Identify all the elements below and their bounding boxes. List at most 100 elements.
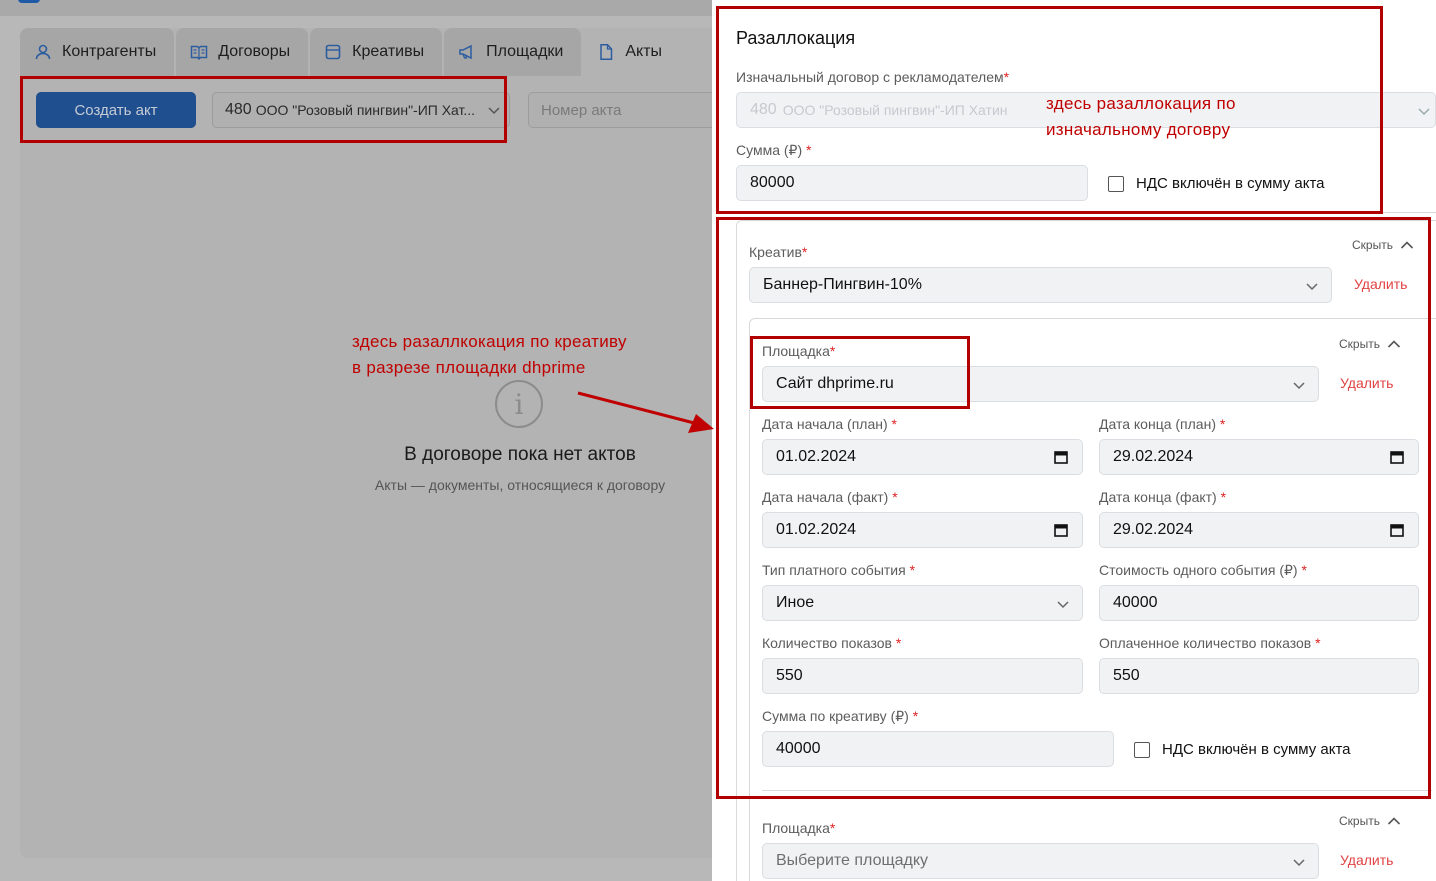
platform-select[interactable]: Сайт dhprime.ru: [762, 366, 1319, 402]
divider: [736, 212, 1436, 213]
checkbox-box[interactable]: [1134, 741, 1150, 758]
creative-sum-input[interactable]: 40000: [762, 731, 1114, 767]
platform-delete-link[interactable]: Удалить: [1340, 375, 1393, 391]
paid-impressions-input[interactable]: 550: [1099, 658, 1419, 694]
chevron-up-icon: [1400, 241, 1414, 249]
platform2-select[interactable]: Выберите площадку: [762, 843, 1319, 879]
megaphone-icon: [459, 44, 472, 60]
checkbox-box[interactable]: [1108, 175, 1124, 192]
platform-value: Сайт dhprime.ru: [776, 375, 894, 392]
tab-label: Договоры: [218, 43, 291, 60]
impressions-input[interactable]: 550: [762, 658, 1083, 694]
hide-label: Скрыть: [1339, 337, 1380, 351]
date-value: 01.02.2024: [776, 448, 857, 465]
platform2-delete-link[interactable]: Удалить: [1340, 852, 1393, 868]
info-icon: i: [495, 380, 543, 428]
platform2-hide-toggle[interactable]: Скрыть: [1339, 814, 1401, 828]
tab-platforms[interactable]: Площадки: [444, 28, 582, 76]
annotation-line: в разрезе площадки dhprime: [352, 358, 586, 377]
tab-label: Акты: [625, 43, 663, 60]
start-fact-label: Дата начала (факт) *: [762, 489, 898, 505]
user-icon: [35, 44, 51, 60]
start-plan-label: Дата начала (план) *: [762, 416, 897, 432]
platform2-placeholder: Выберите площадку: [776, 852, 929, 869]
chevron-down-icon: [1293, 382, 1305, 390]
chevron-down-icon: [1418, 108, 1430, 116]
chevron-down-icon: [488, 107, 500, 115]
creative-icon: [325, 44, 341, 60]
platform2-label: Площадка*: [762, 820, 836, 836]
annotation-contract-note: здесь разаллокация по изначальному догов…: [1046, 91, 1236, 143]
chevron-up-icon: [1387, 340, 1401, 348]
original-contract-label: Изначальный договор с рекламодателем*: [736, 69, 1010, 85]
book-icon: [190, 45, 208, 61]
sum-input[interactable]: 80000: [736, 165, 1088, 201]
calendar-icon[interactable]: [1054, 523, 1068, 537]
end-fact-label: Дата конца (факт) *: [1099, 489, 1227, 505]
divider: [762, 790, 1432, 791]
event-type-select[interactable]: Иное: [762, 585, 1083, 621]
creative-label: Креатив*: [749, 244, 808, 260]
chevron-down-icon: [1306, 283, 1318, 291]
act-number-input[interactable]: Номер акта: [528, 92, 712, 128]
contract-select[interactable]: 480 ООО "Розовый пингвин"-ИП Хат...: [212, 92, 510, 128]
start-fact-date-input[interactable]: 01.02.2024: [762, 512, 1083, 548]
vat-label: НДС включён в сумму акта: [1136, 175, 1325, 192]
sum-label: Сумма (₽) *: [736, 142, 812, 158]
platform-label: Площадка*: [762, 343, 836, 359]
create-act-button[interactable]: Создать акт: [36, 92, 196, 128]
tab-contracts[interactable]: Договоры: [176, 28, 309, 76]
calendar-icon[interactable]: [1390, 450, 1404, 464]
contract-name: ООО "Розовый пингвин"-ИП Хатин: [782, 102, 1008, 118]
tab-creatives[interactable]: Креативы: [310, 28, 443, 76]
creative-sum-label: Сумма по креативу (₽) *: [762, 708, 919, 724]
event-type-value: Иное: [776, 594, 815, 611]
date-value: 29.02.2024: [1113, 448, 1194, 465]
app-logo[interactable]: [18, 0, 40, 3]
annotation-line: здесь разаллокация по: [1046, 94, 1236, 113]
tabs-bar: Контрагенты Договоры Креативы Площадки А…: [20, 28, 682, 76]
end-fact-date-input[interactable]: 29.02.2024: [1099, 512, 1419, 548]
calendar-icon[interactable]: [1390, 523, 1404, 537]
tab-label: Контрагенты: [62, 43, 157, 60]
vat-label: НДС включён в сумму акта: [1162, 741, 1351, 758]
impressions-label: Количество показов *: [762, 635, 902, 651]
contract-card: [20, 28, 720, 858]
end-plan-label: Дата конца (план) *: [1099, 416, 1226, 432]
chevron-down-icon: [1293, 859, 1305, 867]
panel-title: Разаллокация: [736, 28, 856, 48]
creative-delete-link[interactable]: Удалить: [1354, 276, 1407, 292]
creative-select[interactable]: Баннер-Пингвин-10%: [749, 267, 1332, 303]
event-cost-input[interactable]: 40000: [1099, 585, 1419, 621]
creative-hide-toggle[interactable]: Скрыть: [1352, 238, 1414, 252]
empty-state-title: В договоре пока нет актов: [404, 444, 636, 465]
event-type-label: Тип платного события *: [762, 562, 916, 578]
creative-value: Баннер-Пингвин-10%: [763, 276, 922, 293]
annotation-line: изначальному договру: [1046, 120, 1231, 139]
top-bar: [0, 0, 712, 16]
annotation-line: здесь разаллкокация по креативу: [352, 332, 627, 351]
date-value: 01.02.2024: [776, 521, 857, 538]
tab-acts[interactable]: Акты: [583, 28, 681, 76]
tab-label: Креативы: [352, 43, 425, 60]
annotation-creative-note: здесь разаллкокация по креативу в разрез…: [352, 329, 627, 381]
tab-label: Площадки: [486, 43, 564, 60]
end-plan-date-input[interactable]: 29.02.2024: [1099, 439, 1419, 475]
vat-checkbox[interactable]: НДС включён в сумму акта: [1108, 175, 1325, 192]
paid-impressions-label: Оплаченное количество показов *: [1099, 635, 1321, 651]
platform-hide-toggle[interactable]: Скрыть: [1339, 337, 1401, 351]
tab-counterparties[interactable]: Контрагенты: [20, 28, 175, 76]
contract-number: 480: [225, 101, 252, 118]
hide-label: Скрыть: [1352, 238, 1393, 252]
annotation-arrow-icon: [577, 391, 714, 433]
contract-name: ООО "Розовый пингвин"-ИП Хат...: [255, 102, 476, 118]
start-plan-date-input[interactable]: 01.02.2024: [762, 439, 1083, 475]
contract-number: 480: [750, 101, 777, 118]
event-cost-label: Стоимость одного события (₽) *: [1099, 562, 1307, 578]
chevron-down-icon: [1057, 601, 1069, 609]
platform-vat-checkbox[interactable]: НДС включён в сумму акта: [1134, 741, 1351, 758]
calendar-icon[interactable]: [1054, 450, 1068, 464]
hide-label: Скрыть: [1339, 814, 1380, 828]
chevron-up-icon: [1387, 817, 1401, 825]
empty-state-subtitle: Акты — документы, относящиеся к договору: [374, 477, 666, 493]
